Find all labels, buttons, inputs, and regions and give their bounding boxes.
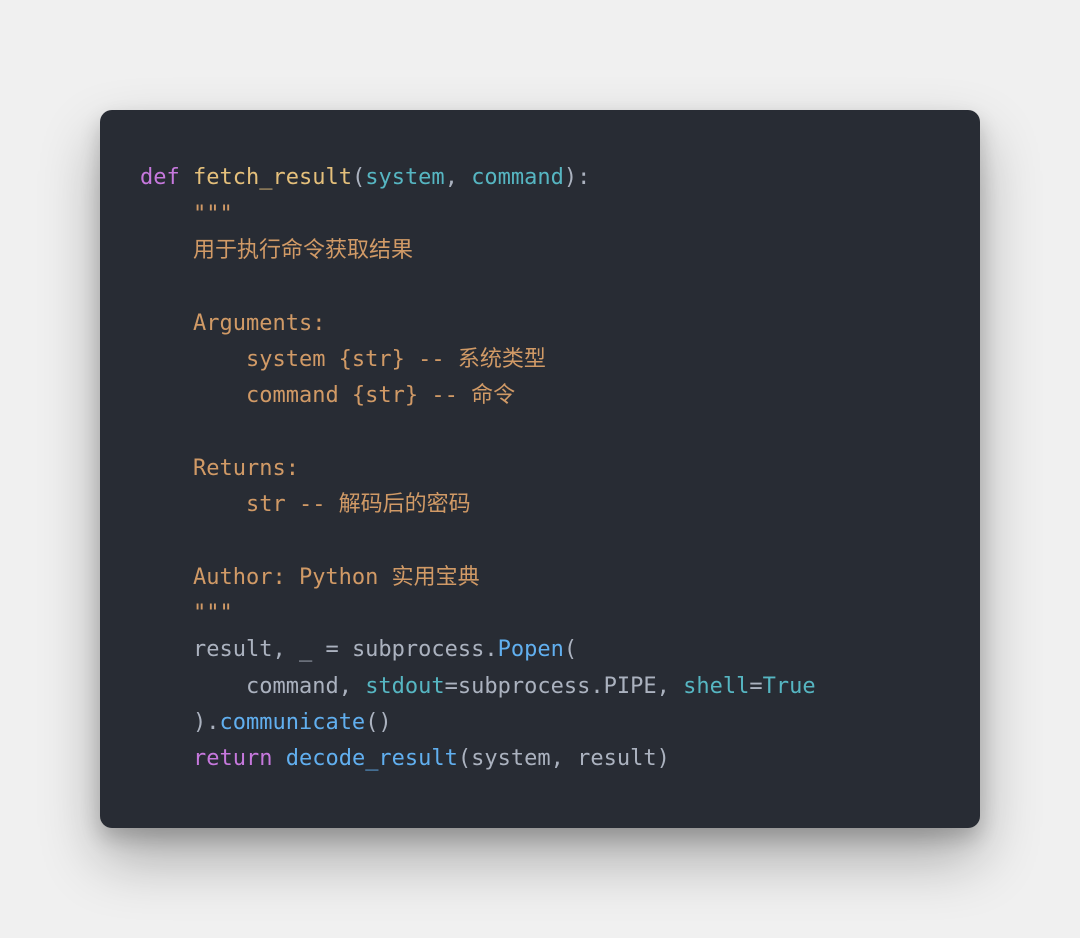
- docstring-line: command {str} -- 命令: [246, 383, 515, 408]
- kwarg-stdout: stdout: [365, 674, 444, 699]
- parens: (): [365, 710, 392, 735]
- param-command: command: [471, 165, 564, 190]
- dot: .: [590, 674, 603, 699]
- keyword-return: return: [193, 746, 272, 771]
- space: [272, 746, 285, 771]
- indent: [140, 456, 193, 481]
- indent: [140, 710, 193, 735]
- docstring-line: 用于执行命令获取结果: [193, 238, 413, 263]
- equals: =: [325, 637, 352, 662]
- literal-true: True: [763, 674, 816, 699]
- code-block: def fetch_result(system, command): """ 用…: [140, 160, 940, 777]
- equals: =: [749, 674, 762, 699]
- paren-open: (: [458, 746, 471, 771]
- function-name: fetch_result: [193, 165, 352, 190]
- indent: [140, 674, 246, 699]
- paren-open: (: [564, 637, 577, 662]
- indent: [140, 637, 193, 662]
- arg-system: system: [471, 746, 550, 771]
- call-communicate: communicate: [219, 710, 365, 735]
- dot: .: [484, 637, 497, 662]
- indent: [140, 238, 193, 263]
- indent: [140, 311, 193, 336]
- call-popen: Popen: [498, 637, 564, 662]
- comma: ,: [445, 165, 472, 190]
- module-subprocess: subprocess: [352, 637, 484, 662]
- lhs-tuple: result, _: [193, 637, 325, 662]
- param-system: system: [365, 165, 444, 190]
- keyword-def: def: [140, 165, 180, 190]
- paren-close-colon: ):: [564, 165, 591, 190]
- indent: [140, 347, 246, 372]
- comma: ,: [551, 746, 578, 771]
- indent: [140, 601, 193, 626]
- docstring-line: Arguments:: [193, 311, 325, 336]
- arg-result: result: [577, 746, 656, 771]
- module-subprocess: subprocess: [458, 674, 590, 699]
- kwarg-shell: shell: [683, 674, 749, 699]
- call-decode-result: decode_result: [286, 746, 458, 771]
- docstring-line: Returns:: [193, 456, 299, 481]
- paren-close-dot: ).: [193, 710, 220, 735]
- comma: ,: [339, 674, 366, 699]
- space: [180, 165, 193, 190]
- paren-close: ): [657, 746, 670, 771]
- comma: ,: [657, 674, 684, 699]
- code-card: def fetch_result(system, command): """ 用…: [100, 110, 980, 827]
- indent: [140, 202, 193, 227]
- indent: [140, 492, 246, 517]
- docstring-open: """: [193, 202, 233, 227]
- equals: =: [445, 674, 458, 699]
- arg-command: command: [246, 674, 339, 699]
- paren-open: (: [352, 165, 365, 190]
- docstring-line: system {str} -- 系统类型: [246, 347, 546, 372]
- docstring-line: Author: Python 实用宝典: [193, 565, 480, 590]
- indent: [140, 383, 246, 408]
- docstring-line: str -- 解码后的密码: [246, 492, 471, 517]
- page-background: def fetch_result(system, command): """ 用…: [0, 0, 1080, 938]
- const-pipe: PIPE: [604, 674, 657, 699]
- indent: [140, 746, 193, 771]
- indent: [140, 565, 193, 590]
- docstring-close: """: [193, 601, 233, 626]
